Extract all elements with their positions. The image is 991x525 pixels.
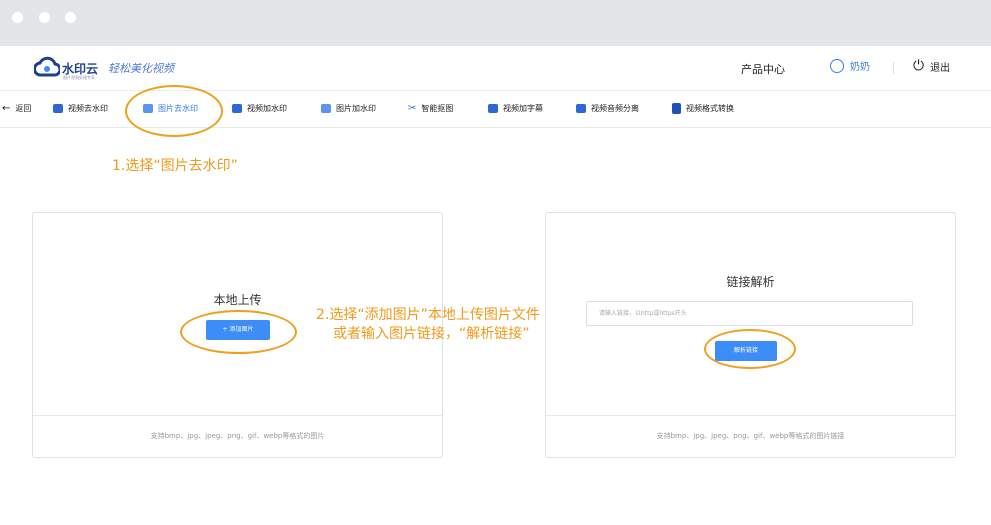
video-icon — [576, 104, 586, 113]
link-card-title: 链接解析 — [726, 275, 775, 289]
back-label: 返回 — [15, 104, 32, 113]
tab-label: 视频加字幕 — [503, 104, 543, 113]
product-center-link[interactable]: 产品中心 — [741, 61, 785, 77]
url-input[interactable]: 请输入链接，以http或https开头 — [586, 301, 913, 326]
tab-smart-cutout[interactable]: ✂ 智能抠图 — [408, 103, 453, 114]
user-icon — [830, 58, 844, 73]
username: 奶奶 — [850, 62, 870, 73]
tab-video-remove-watermark[interactable]: 视频去水印 — [53, 103, 108, 114]
highlight-oval-tab — [125, 85, 223, 137]
tab-label: 视频加水印 — [247, 104, 287, 113]
tab-video-add-watermark[interactable]: 视频加水印 — [232, 103, 287, 114]
format-icon — [672, 103, 681, 114]
site-header: 水印云 图片视频处理专家 轻松美化视频 产品中心 奶奶 ⏻ 退出 — [0, 46, 991, 91]
logout-button[interactable]: ⏻ 退出 — [913, 58, 950, 74]
tab-label: 视频去水印 — [68, 104, 108, 113]
window-minimize-dot[interactable] — [39, 12, 50, 23]
link-card-footer: 支持bmp、jpg、jpeg、png、gif、webp等格式的图片链接 — [546, 415, 955, 457]
window-titlebar — [0, 0, 991, 46]
cutout-icon: ✂ — [408, 103, 417, 114]
logout-label: 退出 — [930, 62, 951, 74]
annotation-step2-line2: 或者输入图片链接，“解析链接” — [333, 326, 530, 342]
user-menu[interactable]: 奶奶 — [830, 58, 870, 73]
tab-label: 智能抠图 — [421, 104, 454, 113]
window-maximize-dot[interactable] — [65, 12, 76, 23]
annotation-step2-line1: 2.选择“添加图片”本地上传图片文件 — [316, 307, 540, 323]
tab-label: 视频格式转换 — [686, 104, 734, 113]
tab-image-add-watermark[interactable]: 图片加水印 — [321, 103, 376, 114]
tab-audio-separation[interactable]: 视频音频分离 — [576, 103, 639, 114]
video-icon — [488, 104, 498, 113]
back-link[interactable]: ← 返回 — [2, 103, 31, 114]
video-icon — [53, 104, 63, 113]
cloud-logo-icon[interactable] — [34, 56, 60, 78]
power-icon: ⏻ — [913, 58, 925, 74]
upload-card-footer: 支持bmp、jpg、jpeg、png、gif、webp等格式的图片 — [33, 415, 442, 457]
arrow-left-icon: ← — [2, 103, 11, 114]
annotation-step1: 1.选择“图片去水印” — [112, 158, 238, 174]
image-icon — [321, 104, 331, 113]
window-close-dot[interactable] — [12, 12, 23, 23]
tab-video-subtitles[interactable]: 视频加字幕 — [488, 103, 543, 114]
tab-format-convert[interactable]: 视频格式转换 — [672, 103, 734, 114]
tab-label: 图片加水印 — [336, 104, 376, 113]
highlight-oval-parse-link — [704, 329, 796, 369]
slogan: 轻松美化视频 — [108, 62, 174, 75]
header-divider — [893, 62, 894, 74]
logo-subtitle: 图片视频处理专家 — [63, 75, 95, 80]
highlight-oval-add-image — [180, 310, 297, 354]
tab-label: 视频音频分离 — [591, 104, 639, 113]
video-icon — [232, 104, 242, 113]
